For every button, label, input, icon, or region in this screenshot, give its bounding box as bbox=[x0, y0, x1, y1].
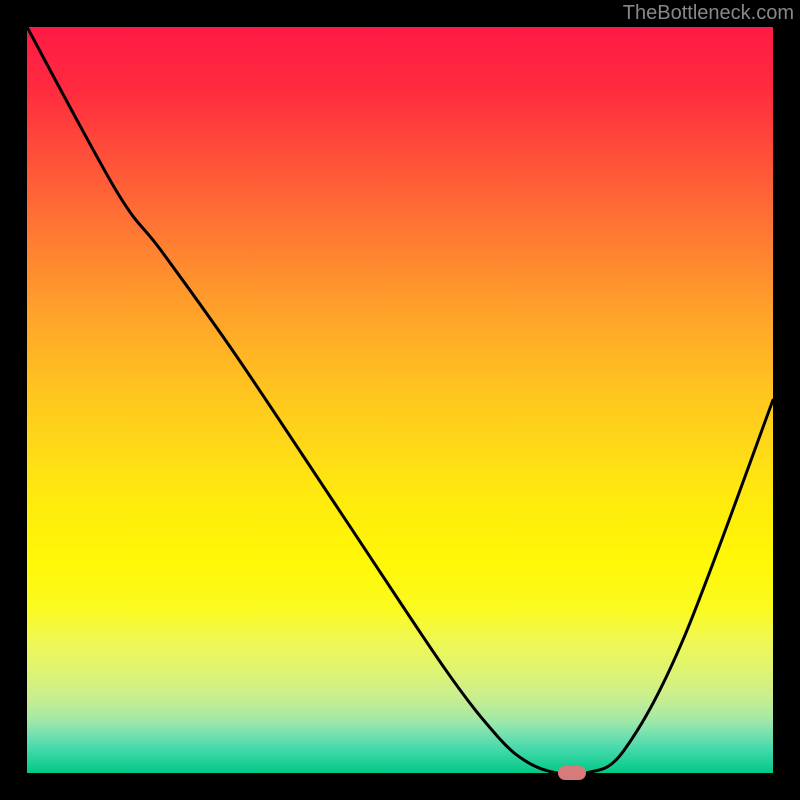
plot-area bbox=[27, 27, 773, 773]
chart-container: TheBottleneck.com bbox=[0, 0, 800, 800]
line-curve bbox=[27, 27, 773, 773]
watermark-text: TheBottleneck.com bbox=[623, 2, 794, 25]
bottleneck-marker bbox=[558, 766, 586, 780]
